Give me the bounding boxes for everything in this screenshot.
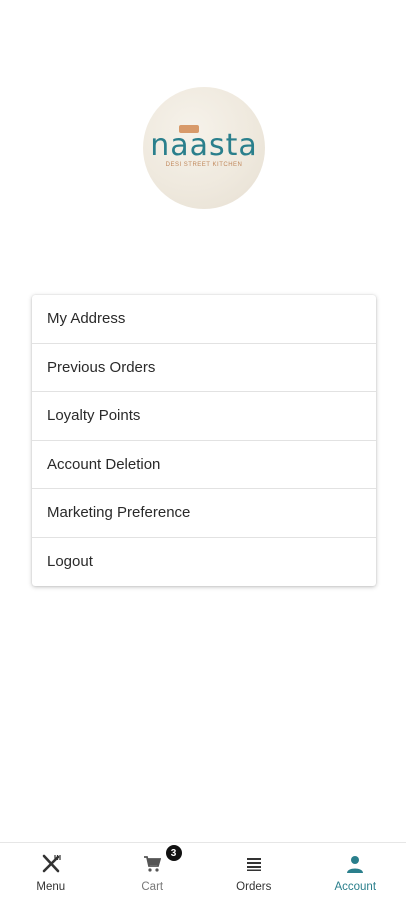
tab-menu-label: Menu [36, 881, 66, 893]
bottom-navigation: Menu 3 Cart Orders Account [0, 842, 406, 900]
brand-tagline: DESI STREET KITCHEN [165, 162, 243, 168]
menu-item-marketing-preference[interactable]: Marketing Preference [32, 489, 376, 538]
brand-name: naasta [150, 128, 258, 163]
menu-item-previous-orders[interactable]: Previous Orders [32, 344, 376, 392]
brand-logo: naasta DESI STREET KITCHEN [143, 87, 265, 209]
tab-orders-label: Orders [236, 881, 272, 893]
menu-item-my-address[interactable]: My Address [32, 295, 376, 344]
utensils-icon [40, 853, 62, 875]
person-icon [344, 853, 366, 875]
cart-icon [141, 853, 163, 875]
menu-item-label: My Address [47, 310, 126, 328]
menu-item-label: Logout [47, 553, 93, 571]
tab-menu[interactable]: Menu [0, 843, 102, 900]
menu-item-account-deletion[interactable]: Account Deletion [32, 441, 376, 489]
menu-item-label: Loyalty Points [47, 407, 141, 425]
menu-item-label: Account Deletion [47, 455, 161, 473]
tab-orders[interactable]: Orders [203, 843, 305, 900]
tab-account[interactable]: Account [305, 843, 406, 900]
menu-item-label: Marketing Preference [47, 504, 191, 522]
account-menu: My Address Previous Orders Loyalty Point… [32, 295, 376, 586]
tab-account-label: Account [334, 881, 377, 893]
tab-cart-label: Cart [141, 881, 164, 893]
cart-count-badge: 3 [165, 845, 182, 861]
menu-item-label: Previous Orders [47, 358, 156, 376]
menu-item-logout[interactable]: Logout [32, 538, 376, 587]
list-icon [243, 853, 265, 875]
menu-item-loyalty-points[interactable]: Loyalty Points [32, 392, 376, 441]
tab-cart[interactable]: 3 Cart [102, 843, 204, 900]
